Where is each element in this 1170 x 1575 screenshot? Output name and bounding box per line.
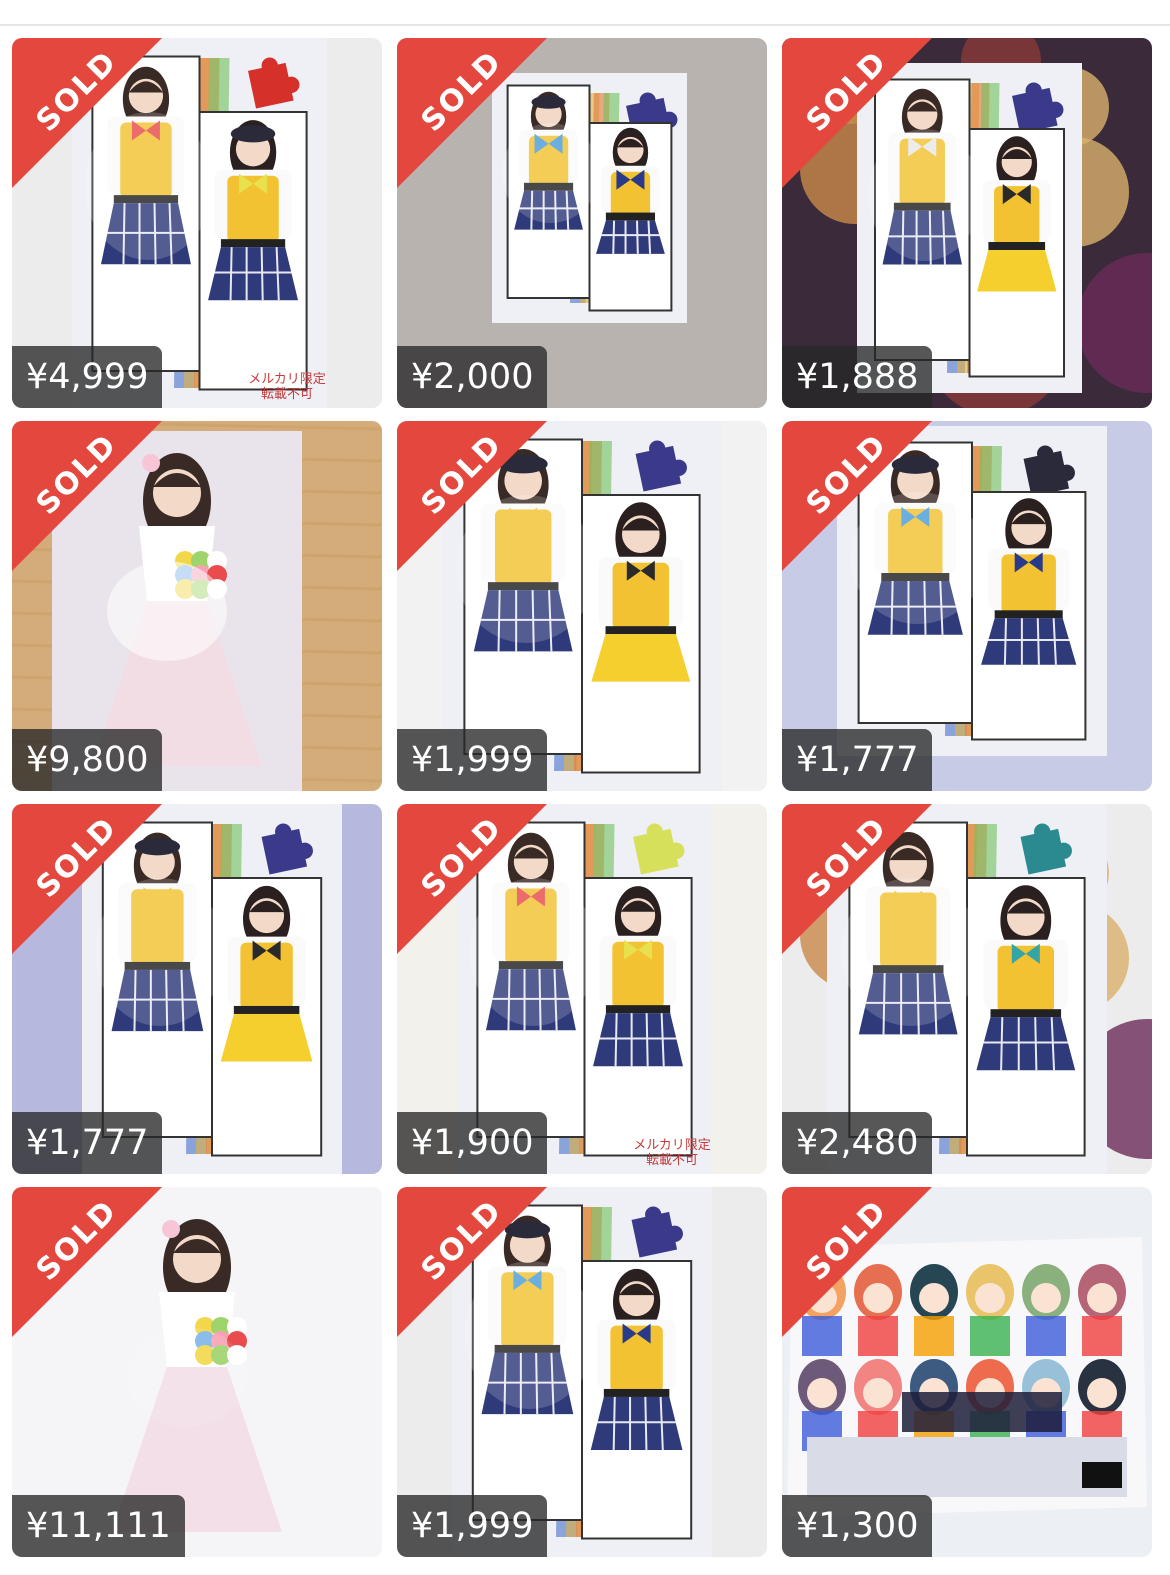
photo-caption-text: 転載不可 [646, 1153, 698, 1168]
price-tag: ¥1,888 [782, 346, 933, 408]
product-card[interactable]: SOLD ¥1,777 [782, 421, 1152, 791]
price-tag: ¥2,000 [397, 346, 548, 408]
price-tag: ¥1,999 [397, 729, 548, 791]
price-tag: ¥1,900 [397, 1112, 548, 1174]
barcode [1082, 1462, 1122, 1488]
product-card[interactable]: SOLD ¥1,999 [397, 1187, 767, 1557]
price-tag: ¥4,999 [12, 346, 163, 408]
price-tag: ¥1,300 [782, 1495, 933, 1557]
glare [107, 561, 227, 661]
product-card[interactable]: SOLD ¥1,999 [397, 421, 767, 791]
product-card[interactable]: SOLD ¥2,000 [397, 38, 767, 408]
price-tag: ¥1,777 [12, 1112, 163, 1174]
product-card[interactable]: メルカリ限定 転載不可 SOLD ¥4,999 [12, 38, 382, 408]
product-card[interactable]: SOLD ¥9,800 [12, 421, 382, 791]
poster-sheet [787, 1237, 1147, 1517]
glare [456, 495, 596, 643]
glare [465, 1261, 595, 1409]
poster-logo [902, 1392, 1062, 1432]
product-card[interactable]: SOLD ¥1,300 [782, 1187, 1152, 1557]
glare [501, 123, 600, 223]
glare [850, 492, 986, 624]
glare [868, 129, 981, 261]
top-divider [0, 24, 1170, 26]
product-card[interactable]: SOLD ¥11,111 [12, 1187, 382, 1557]
price-tag: ¥1,777 [782, 729, 933, 791]
product-card[interactable]: SOLD ¥1,777 [12, 804, 382, 1174]
glare [84, 112, 213, 260]
price-tag: ¥1,999 [397, 1495, 548, 1557]
product-card[interactable]: SOLD ¥2,480 [782, 804, 1152, 1174]
photo-caption-text: メルカリ限定 [248, 372, 326, 387]
price-tag: ¥2,480 [782, 1112, 933, 1174]
glare [841, 878, 981, 1026]
photo-caption-text: メルカリ限定 [633, 1138, 711, 1153]
glare [95, 878, 225, 1026]
product-card[interactable]: メルカリ限定 転載不可 SOLD ¥1,900 [397, 804, 767, 1174]
photo-caption-text: 転載不可 [261, 387, 313, 402]
glare [469, 878, 598, 1026]
product-card[interactable]: SOLD ¥1,888 [782, 38, 1152, 408]
product-grid: メルカリ限定 転載不可 SOLD ¥4,999 SOLD ¥2,000 SOLD … [12, 38, 1154, 1557]
glare [127, 1327, 247, 1427]
price-tag: ¥11,111 [12, 1495, 185, 1557]
price-tag: ¥9,800 [12, 729, 163, 791]
